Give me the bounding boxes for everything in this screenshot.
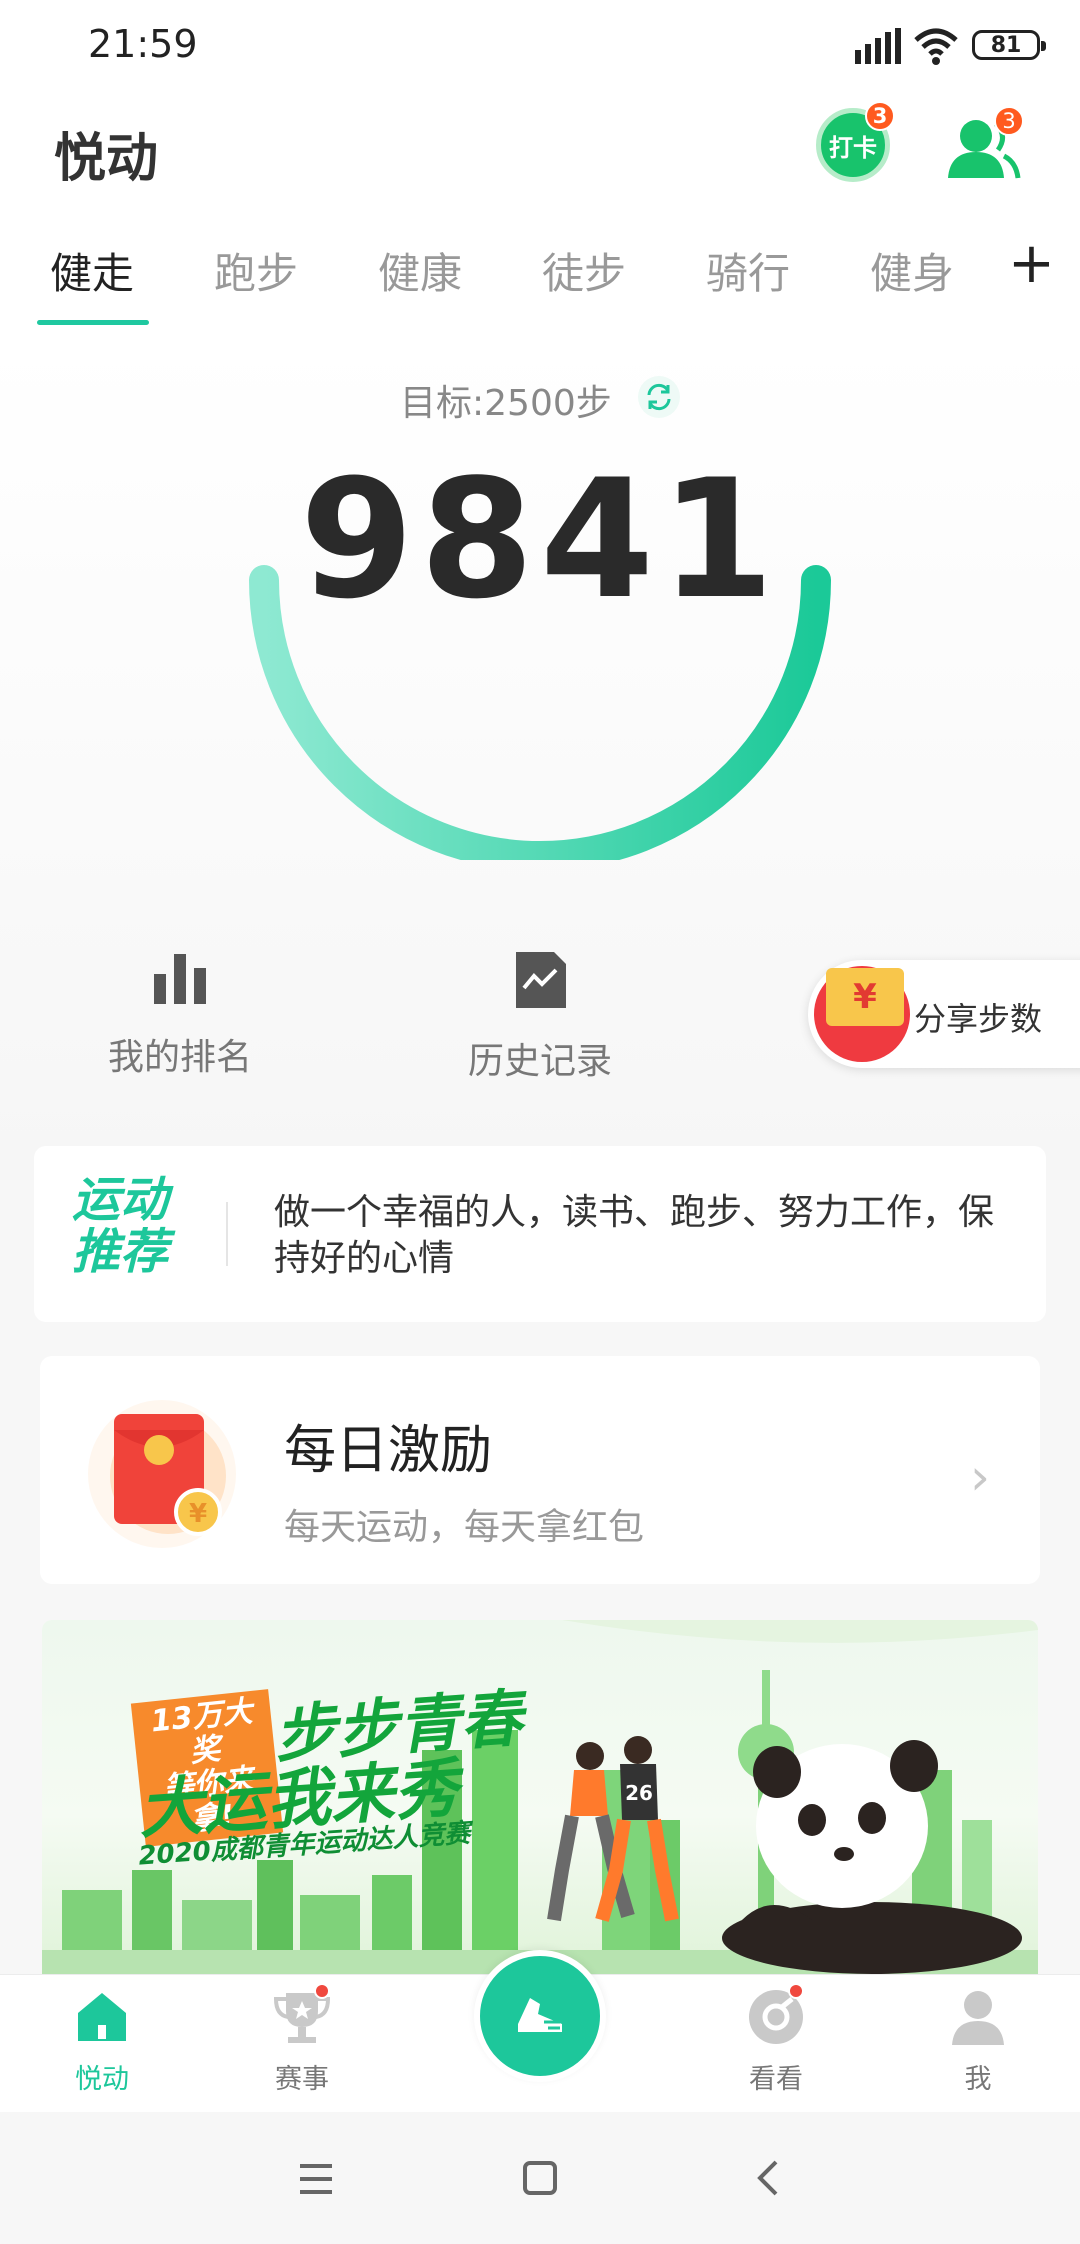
coin-symbol: ¥ xyxy=(189,1499,207,1529)
tab-indicator xyxy=(37,320,149,325)
recommend-card[interactable]: 运动 推荐 做一个幸福的人，读书、跑步、努力工作，保持好的心情 xyxy=(34,1146,1046,1322)
recommend-text: 做一个幸福的人，读书、跑步、努力工作，保持好的心情 xyxy=(274,1192,995,1279)
share-steps-label: 分享步数 xyxy=(914,1000,1043,1038)
refresh-button[interactable] xyxy=(638,376,680,418)
system-nav-bar xyxy=(0,2112,1080,2244)
history-label: 历史记录 xyxy=(467,1041,612,1082)
checkin-label: 打卡 xyxy=(829,133,877,162)
status-bar: 21:59 81 xyxy=(0,0,1080,92)
recommend-divider xyxy=(226,1202,228,1266)
nav-home[interactable]: 悦动 xyxy=(22,1975,182,2096)
nav-home-label: 悦动 xyxy=(75,2064,129,2095)
signal-icon xyxy=(855,28,901,64)
trophy-icon xyxy=(272,1983,332,2047)
tab-health[interactable]: 健康 xyxy=(378,240,462,301)
daily-incentive-card[interactable]: ¥ 每日激励 每天运动，每天拿红包 › xyxy=(40,1356,1040,1584)
home-icon xyxy=(72,1987,132,2047)
home-square-icon[interactable] xyxy=(522,2160,558,2196)
checkin-badge: 3 xyxy=(865,101,895,131)
friends-badge: 3 xyxy=(994,106,1024,136)
wifi-icon xyxy=(914,28,958,65)
sneaker-icon xyxy=(518,1998,562,2032)
back-icon[interactable] xyxy=(752,2158,782,2198)
nav-discover-label: 看看 xyxy=(749,2064,803,2095)
battery-icon: 81 xyxy=(972,30,1046,60)
page-title: 悦动 xyxy=(54,129,159,189)
tab-walk[interactable]: 健走 xyxy=(50,240,134,301)
battery-level: 81 xyxy=(990,32,1022,58)
chevron-right-icon: › xyxy=(970,1448,990,1506)
status-time: 21:59 xyxy=(88,22,198,66)
recommend-title-line2: 推荐 xyxy=(72,1224,169,1280)
recommend-title: 运动 推荐 xyxy=(72,1174,168,1278)
refresh-icon xyxy=(647,383,671,411)
discover-icon xyxy=(746,1983,806,2047)
add-tab-button[interactable]: + xyxy=(1008,236,1055,292)
step-progress-arc xyxy=(249,565,831,860)
jersey-number: 26 xyxy=(625,1781,653,1805)
events-notification-dot xyxy=(314,1983,330,1999)
nav-me-label: 我 xyxy=(964,2064,992,2095)
history-chart-icon xyxy=(516,952,566,1008)
nav-events-label: 赛事 xyxy=(275,2064,329,2095)
step-goal: 目标:2500步 xyxy=(400,383,612,424)
nav-discover[interactable]: 看看 xyxy=(696,1975,856,2096)
history-button[interactable]: 历史记录 xyxy=(420,950,660,1084)
share-steps-button[interactable]: ¥ 分享步数 xyxy=(808,960,1080,1068)
tab-run[interactable]: 跑步 xyxy=(214,240,298,301)
tab-cycling[interactable]: 骑行 xyxy=(706,240,790,301)
my-ranking-button[interactable]: 我的排名 xyxy=(60,950,300,1080)
friends-button[interactable]: 3 xyxy=(946,106,1024,180)
nav-events[interactable]: 赛事 xyxy=(222,1975,382,2096)
checkin-button[interactable]: 打卡 3 xyxy=(816,101,895,182)
tab-hike[interactable]: 徒步 xyxy=(542,240,626,301)
person-icon xyxy=(948,1987,1008,2047)
discover-notification-dot xyxy=(788,1983,804,1999)
menu-icon[interactable] xyxy=(298,2162,338,2196)
tab-fitness[interactable]: 健身 xyxy=(870,240,954,301)
red-envelope-icon: ¥ xyxy=(88,1400,236,1548)
envelope-yuan-icon: ¥ xyxy=(826,968,904,1026)
daily-title: 每日激励 xyxy=(284,1421,493,1481)
my-ranking-label: 我的排名 xyxy=(107,1037,252,1078)
recommend-title-line1: 运动 xyxy=(72,1172,169,1228)
nav-me[interactable]: 我 xyxy=(898,1975,1058,2096)
start-workout-button[interactable] xyxy=(474,1950,606,2082)
promo-banner[interactable]: 26 13万大奖 等你来拿! 步步青春 大运我来秀 2020成都青年运动达人竞赛 xyxy=(42,1620,1038,1976)
daily-subtitle: 每天运动，每天拿红包 xyxy=(284,1507,645,1548)
bar-chart-icon xyxy=(154,954,206,1004)
